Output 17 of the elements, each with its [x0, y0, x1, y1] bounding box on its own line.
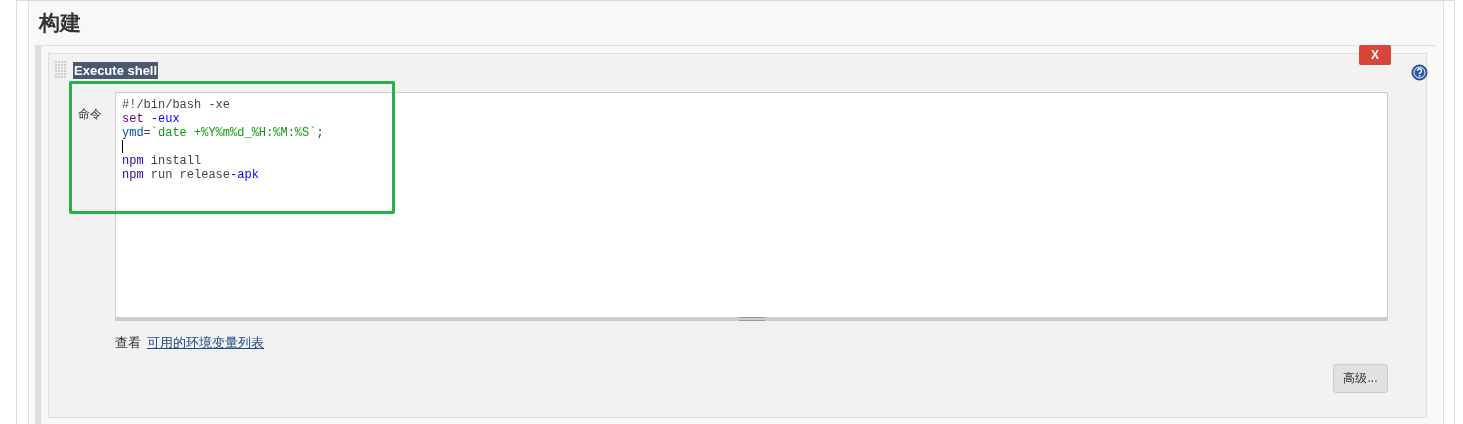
text-cursor [122, 140, 123, 154]
hint-text: 查看 [115, 334, 141, 352]
code-line: npm install [122, 154, 202, 168]
code-line: ymd=`date +%Y%m%d_%H:%M:%S`; [122, 126, 324, 140]
advanced-button[interactable]: 高级... [1333, 364, 1388, 393]
help-icon[interactable] [1411, 64, 1428, 81]
code-line: npm run release-apk [122, 168, 259, 182]
code-line: set -eux [122, 112, 180, 126]
delete-button[interactable]: X [1359, 45, 1391, 65]
resize-handle[interactable] [738, 317, 765, 321]
env-vars-link[interactable]: 可用的环境变量列表 [147, 334, 264, 352]
code-line: #!/bin/bash -xe [122, 98, 231, 112]
section-heading: 构建 [39, 10, 82, 36]
command-editor[interactable]: #!/bin/bash -xe set -eux ymd=`date +%Y%m%d_%H:%M:%S`; npm install npm run release-apk [115, 92, 1388, 321]
step-title: Execute shell [73, 61, 159, 79]
field-label: 命令 [77, 106, 103, 123]
drag-handle-icon[interactable] [55, 61, 67, 79]
